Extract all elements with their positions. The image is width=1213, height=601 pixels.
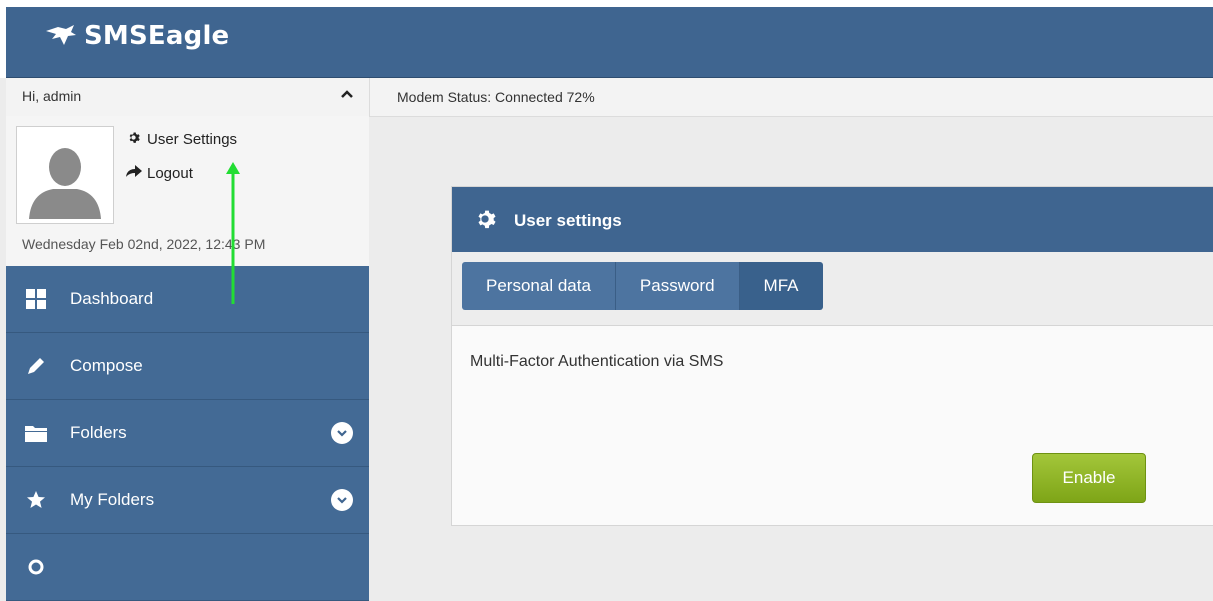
user-settings-link[interactable]: User Settings bbox=[126, 131, 237, 148]
user-settings-label: User Settings bbox=[147, 131, 238, 148]
nav-label: Folders bbox=[70, 423, 127, 442]
nav-my-folders[interactable]: My Folders bbox=[6, 467, 369, 534]
avatar bbox=[16, 126, 114, 224]
chevron-down-icon[interactable] bbox=[331, 422, 353, 444]
nav-dashboard[interactable]: Dashboard bbox=[6, 266, 369, 333]
user-bar: Hi, admin bbox=[6, 78, 369, 117]
user-settings-panel: User settings Personal data Password MFA… bbox=[451, 186, 1213, 526]
nav-label: My Folders bbox=[70, 490, 155, 509]
folder-icon bbox=[24, 424, 48, 442]
app-logo[interactable]: SMSEagle bbox=[44, 21, 229, 51]
nav-folders[interactable]: Folders bbox=[6, 400, 369, 467]
gear-icon bbox=[474, 208, 496, 235]
greeting-text: Hi, admin bbox=[22, 88, 82, 104]
app-name: SMSEagle bbox=[84, 21, 230, 51]
tabs-strip: Personal data Password MFA bbox=[452, 252, 1213, 326]
panel-header: User settings bbox=[452, 187, 1213, 252]
chevron-up-icon[interactable] bbox=[340, 86, 354, 104]
settings-tabs: Personal data Password MFA bbox=[462, 262, 823, 310]
chevron-down-icon[interactable] bbox=[331, 489, 353, 511]
app-header: SMSEagle bbox=[6, 7, 1213, 78]
user-profile: User Settings Logout Wednesday Feb 02nd,… bbox=[6, 116, 369, 266]
logout-link[interactable]: Logout bbox=[126, 165, 193, 182]
modem-status-text: Modem Status: Connected 72% bbox=[397, 89, 595, 105]
sidebar: Hi, admin User Settings Logout Wednesday… bbox=[6, 78, 369, 601]
share-arrow-icon bbox=[126, 165, 142, 182]
nav-compose[interactable]: Compose bbox=[6, 333, 369, 400]
gear-icon bbox=[126, 131, 140, 148]
nav-item-partial[interactable] bbox=[6, 534, 369, 601]
grid-icon bbox=[24, 289, 48, 309]
panel-title: User settings bbox=[514, 211, 622, 230]
annotation-arrow-icon bbox=[226, 162, 240, 304]
mfa-description: Multi-Factor Authentication via SMS bbox=[470, 353, 724, 370]
star-icon bbox=[24, 490, 48, 510]
tab-password[interactable]: Password bbox=[615, 262, 740, 310]
nav-label: Compose bbox=[70, 356, 143, 375]
enable-button[interactable]: Enable bbox=[1032, 453, 1146, 503]
partial-nav-icon bbox=[24, 557, 48, 577]
tab-personal-data[interactable]: Personal data bbox=[462, 262, 616, 310]
eagle-icon bbox=[46, 25, 76, 45]
tab-mfa[interactable]: MFA bbox=[739, 262, 823, 310]
nav-label: Dashboard bbox=[70, 289, 154, 308]
modem-status-bar: Modem Status: Connected 72% bbox=[369, 78, 1213, 117]
logout-label: Logout bbox=[147, 165, 193, 182]
pencil-icon bbox=[24, 356, 48, 376]
